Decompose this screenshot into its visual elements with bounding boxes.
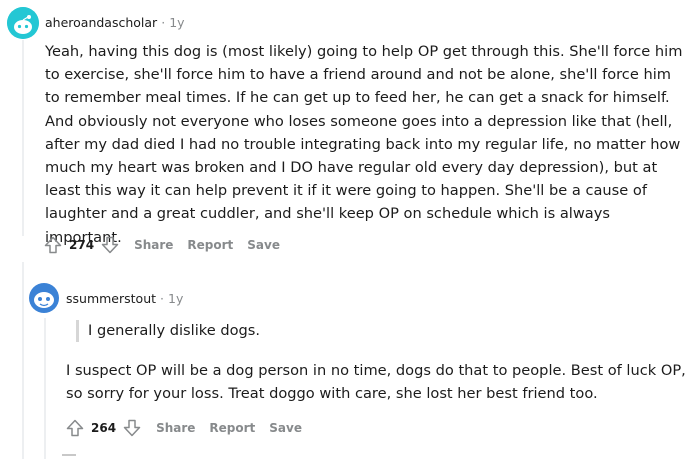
- vote-score: 274: [69, 238, 95, 252]
- upvote-icon[interactable]: [43, 235, 63, 255]
- vote-score: 264: [91, 421, 117, 435]
- avatar[interactable]: [7, 7, 39, 39]
- comment-body: Yeah, having this dog is (most likely) g…: [45, 43, 683, 246]
- comment-body: I suspect OP will be a dog person in no …: [66, 362, 686, 403]
- save-button[interactable]: Save: [269, 421, 302, 435]
- report-button[interactable]: Report: [187, 238, 233, 252]
- comment-author-line: ssummerstout · 1y: [66, 291, 183, 306]
- vote-group: 264: [65, 418, 142, 438]
- upvote-icon[interactable]: [65, 418, 85, 438]
- snoo-avatar-icon: [7, 7, 39, 39]
- next-comment-hint: [62, 454, 76, 460]
- save-button[interactable]: Save: [247, 238, 280, 252]
- share-button[interactable]: Share: [156, 421, 195, 435]
- downvote-icon[interactable]: [122, 418, 142, 438]
- avatar[interactable]: [28, 282, 60, 314]
- comment-age[interactable]: 1y: [168, 291, 183, 306]
- thread-line[interactable]: [22, 262, 24, 459]
- username[interactable]: ssummerstout: [66, 291, 156, 306]
- comment-author-line: aheroandascholar · 1y: [45, 15, 185, 30]
- thread-line[interactable]: [22, 40, 24, 236]
- comment-actions: 274 Share Report Save: [43, 235, 280, 255]
- vote-group: 274: [43, 235, 120, 255]
- separator: ·: [160, 291, 164, 306]
- username[interactable]: aheroandascholar: [45, 15, 157, 30]
- comment-age[interactable]: 1y: [169, 15, 184, 30]
- separator: ·: [161, 15, 166, 30]
- downvote-icon[interactable]: [100, 235, 120, 255]
- block-quote: I generally dislike dogs.: [76, 320, 648, 342]
- report-button[interactable]: Report: [209, 421, 255, 435]
- thread-line-child[interactable]: [44, 318, 46, 459]
- comment-actions: 264 Share Report Save: [65, 418, 302, 438]
- snoo-avatar-icon: [29, 283, 59, 313]
- share-button[interactable]: Share: [134, 238, 173, 252]
